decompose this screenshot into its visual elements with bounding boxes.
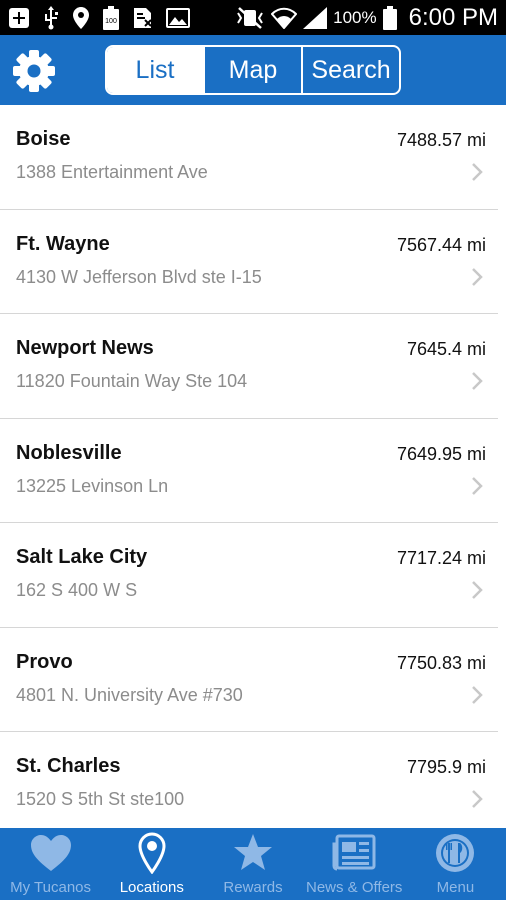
location-address: 4801 N. University Ave #730 <box>16 684 243 705</box>
location-address: 162 S 400 W S <box>16 580 138 600</box>
star-icon <box>234 834 272 870</box>
clock: 6:00 PM <box>408 3 498 31</box>
chevron-right-icon <box>472 372 483 390</box>
location-distance: 7649.95 mi <box>396 443 486 464</box>
tab-my-tucanos[interactable]: My Tucanos <box>0 828 101 900</box>
tab-label: News & Offers <box>306 879 403 896</box>
no-sim-icon <box>132 7 154 29</box>
bottom-tab-bar: My Tucanos Locations Rewards News & Offe… <box>0 828 506 900</box>
location-pin-icon <box>72 6 90 30</box>
battery-percent: 100% <box>333 7 377 27</box>
chevron-right-icon <box>472 581 483 599</box>
status-bar: 100 100% 6:00 PM <box>0 0 506 35</box>
location-list: Boise 7488.57 mi 1388 Entertainment Ave … <box>0 105 506 828</box>
app-header: List Map Search <box>0 35 506 105</box>
tab-rewards[interactable]: Rewards <box>202 828 303 900</box>
location-address: 13225 Levinson Ln <box>16 475 169 496</box>
view-segmented-control: List Map Search <box>105 45 401 95</box>
location-address: 1388 Entertainment Ave <box>16 162 208 182</box>
add-box-icon <box>8 7 30 29</box>
settings-button[interactable] <box>12 49 56 93</box>
tab-menu[interactable]: Menu <box>405 828 506 900</box>
usb-icon <box>42 5 60 30</box>
location-name: Boise <box>16 128 71 150</box>
location-name: St. Charles <box>16 755 121 777</box>
tab-label: Locations <box>119 879 184 896</box>
chevron-right-icon <box>472 685 483 704</box>
wifi-icon <box>271 7 298 29</box>
segment-map[interactable]: Map <box>203 47 301 93</box>
location-pin-icon <box>138 832 166 874</box>
location-name: Noblesville <box>16 441 122 464</box>
chevron-right-icon <box>472 163 483 181</box>
location-address: 4130 W Jefferson Blvd ste I-15 <box>16 266 262 287</box>
tab-news-offers[interactable]: News & Offers <box>304 828 405 900</box>
chevron-right-icon <box>472 476 483 495</box>
tab-label: Rewards <box>223 879 283 896</box>
segment-list[interactable]: List <box>107 47 203 93</box>
segment-search[interactable]: Search <box>301 47 399 93</box>
notification-icons: 100 <box>8 5 190 30</box>
location-name: Salt Lake City <box>16 546 148 568</box>
location-name: Ft. Wayne <box>16 232 110 255</box>
location-name: Newport News <box>16 337 154 359</box>
gear-icon <box>13 50 55 92</box>
battery-100-icon: 100 <box>102 5 120 30</box>
list-item[interactable]: Noblesville 7649.95 mi 13225 Levinson Ln <box>0 419 498 523</box>
system-status: 100% 6:00 PM <box>235 4 498 32</box>
list-item[interactable]: Newport News 7645.4 mi 11820 Fountain Wa… <box>0 314 498 419</box>
image-icon <box>166 7 190 28</box>
muted-vibrate-icon <box>235 6 265 29</box>
location-distance: 7717.24 mi <box>396 548 486 568</box>
location-distance: 7488.57 mi <box>396 130 486 150</box>
tab-locations[interactable]: Locations <box>101 828 202 900</box>
location-address: 11820 Fountain Way Ste 104 <box>16 371 248 391</box>
location-distance: 7750.83 mi <box>396 652 486 673</box>
signal-icon <box>303 6 328 29</box>
list-item[interactable]: Provo 7750.83 mi 4801 N. University Ave … <box>0 628 498 732</box>
list-item[interactable]: Ft. Wayne 7567.44 mi 4130 W Jefferson Bl… <box>0 210 498 314</box>
chevron-right-icon <box>472 790 483 808</box>
list-item[interactable]: Salt Lake City 7717.24 mi 162 S 400 W S <box>0 523 498 628</box>
tab-label: My Tucanos <box>10 879 92 896</box>
tab-label: Menu <box>436 879 475 896</box>
list-item[interactable]: Boise 7488.57 mi 1388 Entertainment Ave <box>0 105 498 210</box>
location-name: Provo <box>16 650 73 673</box>
list-item[interactable]: St. Charles 7795.9 mi 1520 S 5th St ste1… <box>0 732 498 828</box>
newspaper-icon <box>332 834 376 871</box>
location-distance: 7795.9 mi <box>406 757 486 777</box>
battery-icon <box>382 5 397 30</box>
svg-text:100: 100 <box>105 18 117 25</box>
heart-icon <box>30 835 71 871</box>
plate-cutlery-icon <box>436 834 475 872</box>
location-distance: 7645.4 mi <box>406 339 486 359</box>
chevron-right-icon <box>472 267 483 286</box>
location-distance: 7567.44 mi <box>396 234 486 255</box>
location-address: 1520 S 5th St ste100 <box>16 789 185 809</box>
